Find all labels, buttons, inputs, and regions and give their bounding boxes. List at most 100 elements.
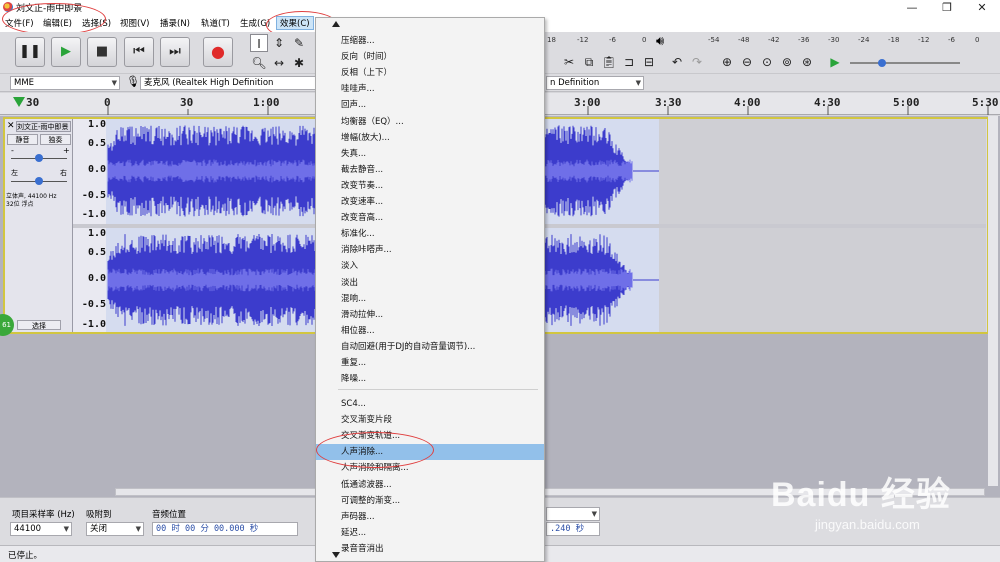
gain-slider-thumb[interactable] (35, 154, 43, 162)
skip-to-end-button[interactable]: ⏭ (160, 37, 190, 67)
play-speed-slider[interactable] (850, 62, 960, 64)
effect-menu-item[interactable]: 降噪... (316, 371, 544, 387)
zoom-toggle-icon[interactable]: ⊛ (798, 53, 816, 71)
menu-scroll-up-icon[interactable] (332, 21, 340, 27)
effect-menu-item[interactable]: 均衡器（EQ）... (316, 114, 544, 130)
pan-left-label: 左 (11, 169, 18, 177)
effect-menu-item[interactable]: 标准化... (316, 226, 544, 242)
undo-icon[interactable]: ↶ (668, 53, 686, 71)
playback-device-select[interactable]: n Definition ▼ (546, 76, 644, 90)
effect-menu-item[interactable]: 失真... (316, 146, 544, 162)
zoom-tool-icon[interactable]: 🔍︎ (250, 54, 268, 72)
effect-menu-item[interactable]: 淡入 (316, 258, 544, 274)
mute-button[interactable]: 静音 (7, 134, 38, 145)
fit-project-icon[interactable]: ⊚ (778, 53, 796, 71)
effect-menu-item[interactable]: 改变速率... (316, 194, 544, 210)
effect-menu-item[interactable]: 低通滤波器... (316, 477, 544, 493)
timeshift-tool-icon[interactable]: ↔ (270, 54, 288, 72)
zoom-in-icon[interactable]: ⊕ (718, 53, 736, 71)
meter-tick: 0 (642, 36, 647, 44)
track-control-panel: ✕ 刘文正-雨中即景 静音 独奏 - + 左 右 立体声, 44100 Hz 3… (5, 119, 73, 332)
stop-button[interactable]: ■ (87, 37, 117, 67)
effect-menu-item[interactable]: 反向（时间） (316, 49, 544, 65)
track-select-button[interactable]: 选择 (17, 320, 61, 330)
playback-meter[interactable]: -54 -48 -42 -36 -30 -24 -18 -12 -6 0 (690, 36, 990, 48)
speaker-icon[interactable]: 🔊︎ (656, 34, 664, 49)
envelope-tool-icon[interactable]: ⇕ (270, 34, 288, 52)
effect-menu-item[interactable]: 哇哇声... (316, 81, 544, 97)
play-at-speed-icon[interactable]: ▶ (826, 53, 844, 71)
audio-host-select[interactable]: MME ▼ (10, 76, 120, 90)
skip-to-start-button[interactable]: ⏮ (124, 37, 154, 67)
silence-icon[interactable]: ⊟ (640, 53, 658, 71)
selection-mode-select[interactable]: ▼ (546, 507, 600, 521)
close-button[interactable]: ✕ (965, 0, 999, 15)
effect-menu-item[interactable]: 滑动拉伸... (316, 307, 544, 323)
project-rate-select[interactable]: 44100 ▼ (10, 522, 72, 536)
audio-position-label: 音频位置 (152, 510, 187, 520)
solo-button[interactable]: 独奏 (40, 134, 71, 145)
effect-menu-item[interactable]: 改变音高... (316, 210, 544, 226)
meter-tick: -12 (918, 36, 930, 44)
maximize-button[interactable]: ❐ (930, 0, 964, 15)
trim-icon[interactable]: ⊐ (620, 53, 638, 71)
paste-icon[interactable]: 📋︎ (600, 53, 618, 71)
effect-menu-item[interactable]: 压缩器... (316, 33, 544, 49)
copy-icon[interactable]: ⧉ (580, 53, 598, 71)
snap-to-select[interactable]: 关闭 ▼ (86, 522, 144, 536)
effect-menu-item[interactable]: 消除咔嗒声... (316, 242, 544, 258)
meter-tick: -42 (768, 36, 780, 44)
effect-menu-item[interactable]: 自动回避(用于DJ的自动音量调节)... (316, 339, 544, 355)
effect-menu-item[interactable]: 声码器... (316, 509, 544, 525)
draw-tool-icon[interactable]: ✎ (290, 34, 308, 52)
menu-view[interactable]: 视图(V) (120, 17, 149, 29)
fit-selection-icon[interactable]: ⊙ (758, 53, 776, 71)
minimize-button[interactable]: — (895, 0, 929, 15)
effect-menu-item[interactable]: 混响... (316, 291, 544, 307)
amplitude-label: -0.5 (81, 190, 106, 201)
audio-host-value: MME (14, 78, 35, 88)
meter-tick: -48 (738, 36, 750, 44)
track-close-icon[interactable]: ✕ (7, 121, 15, 131)
watermark-url: jingyan.baidu.com (815, 517, 920, 532)
play-speed-slider-thumb[interactable] (878, 59, 886, 67)
menu-transport[interactable]: 播录(N) (160, 17, 190, 29)
effect-menu-item[interactable]: 截去静音... (316, 162, 544, 178)
recording-device-select[interactable]: 麦克风 (Realtek High Definition (140, 76, 316, 90)
effect-menu-item[interactable]: 交叉渐变片段 (316, 412, 544, 428)
gain-plus-label: + (63, 146, 70, 155)
vertical-scrollbar[interactable] (988, 116, 998, 486)
redo-icon[interactable]: ↷ (688, 53, 706, 71)
selection-tool-icon[interactable]: I (250, 34, 268, 52)
record-button[interactable]: ● (203, 37, 233, 67)
effect-menu-item[interactable]: 延迟... (316, 525, 544, 541)
record-meter[interactable]: 18 -12 -6 0 (547, 36, 652, 48)
audio-position-field[interactable]: 00 时 00 分 00.000 秒 (152, 522, 298, 536)
effect-menu-item[interactable]: 改变节奏... (316, 178, 544, 194)
selection-end-field[interactable]: .240 秒 (546, 522, 600, 536)
record-icon: ● (211, 42, 225, 61)
effect-menu-item[interactable]: 淡出 (316, 275, 544, 291)
meter-tick: -54 (708, 36, 720, 44)
play-button[interactable]: ▶ (51, 37, 81, 67)
effect-menu-item[interactable]: 可调整的渐变... (316, 493, 544, 509)
effect-menu-item[interactable]: 相位器... (316, 323, 544, 339)
chevron-down-icon: ▼ (635, 79, 641, 87)
effect-menu-item[interactable]: 回声... (316, 97, 544, 113)
menu-tracks[interactable]: 轨道(T) (201, 17, 230, 29)
effect-menu-item[interactable]: SC4... (316, 396, 544, 412)
effect-menu-item[interactable]: 录音音消出 (316, 541, 544, 557)
zoom-out-icon[interactable]: ⊖ (738, 53, 756, 71)
multi-tool-icon[interactable]: ✱ (290, 54, 308, 72)
meter-tick: -6 (609, 36, 616, 44)
effect-menu-item[interactable]: 增幅(放大)... (316, 130, 544, 146)
stop-icon: ■ (95, 44, 109, 59)
cut-icon[interactable]: ✂ (560, 53, 578, 71)
pan-right-label: 右 (60, 169, 67, 177)
watermark-brand: Baidu 经验 (771, 476, 951, 514)
pan-slider-thumb[interactable] (35, 177, 43, 185)
effect-menu-item[interactable]: 重复... (316, 355, 544, 371)
track-name-menu[interactable]: 刘文正-雨中即景 (16, 121, 71, 132)
pause-button[interactable]: ❚❚ (15, 37, 45, 67)
effect-menu-item[interactable]: 反相（上下） (316, 65, 544, 81)
